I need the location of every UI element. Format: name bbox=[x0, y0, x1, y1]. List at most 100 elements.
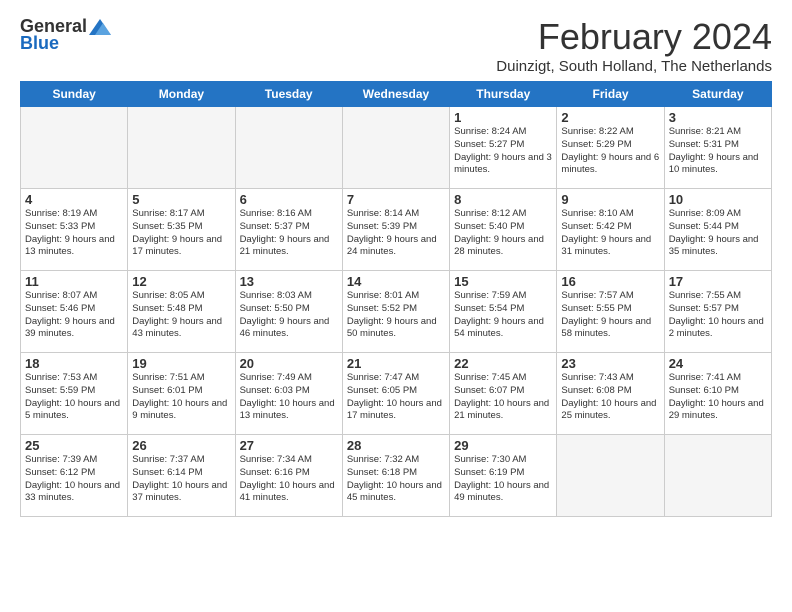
week-row-4: 25Sunrise: 7:39 AM Sunset: 6:12 PM Dayli… bbox=[21, 435, 772, 517]
day-info: Sunrise: 7:30 AM Sunset: 6:19 PM Dayligh… bbox=[454, 454, 552, 505]
logo: General Blue bbox=[20, 16, 111, 54]
day-number: 10 bbox=[669, 192, 767, 207]
calendar-cell: 8Sunrise: 8:12 AM Sunset: 5:40 PM Daylig… bbox=[450, 189, 557, 271]
calendar-cell: 9Sunrise: 8:10 AM Sunset: 5:42 PM Daylig… bbox=[557, 189, 664, 271]
calendar-cell: 27Sunrise: 7:34 AM Sunset: 6:16 PM Dayli… bbox=[235, 435, 342, 517]
calendar-cell bbox=[21, 107, 128, 189]
day-number: 19 bbox=[132, 356, 230, 371]
day-number: 2 bbox=[561, 110, 659, 125]
day-number: 13 bbox=[240, 274, 338, 289]
day-number: 29 bbox=[454, 438, 552, 453]
calendar-cell: 12Sunrise: 8:05 AM Sunset: 5:48 PM Dayli… bbox=[128, 271, 235, 353]
weekday-header-wednesday: Wednesday bbox=[342, 82, 449, 107]
day-number: 3 bbox=[669, 110, 767, 125]
logo-blue: Blue bbox=[20, 33, 59, 54]
day-info: Sunrise: 7:45 AM Sunset: 6:07 PM Dayligh… bbox=[454, 372, 552, 423]
day-number: 26 bbox=[132, 438, 230, 453]
day-info: Sunrise: 8:01 AM Sunset: 5:52 PM Dayligh… bbox=[347, 290, 445, 341]
day-number: 21 bbox=[347, 356, 445, 371]
day-number: 6 bbox=[240, 192, 338, 207]
logo-icon bbox=[89, 19, 111, 35]
day-info: Sunrise: 8:10 AM Sunset: 5:42 PM Dayligh… bbox=[561, 208, 659, 259]
day-number: 8 bbox=[454, 192, 552, 207]
calendar-cell: 19Sunrise: 7:51 AM Sunset: 6:01 PM Dayli… bbox=[128, 353, 235, 435]
calendar-cell: 20Sunrise: 7:49 AM Sunset: 6:03 PM Dayli… bbox=[235, 353, 342, 435]
subtitle: Duinzigt, South Holland, The Netherlands bbox=[496, 58, 772, 75]
day-info: Sunrise: 8:05 AM Sunset: 5:48 PM Dayligh… bbox=[132, 290, 230, 341]
calendar-cell: 4Sunrise: 8:19 AM Sunset: 5:33 PM Daylig… bbox=[21, 189, 128, 271]
day-info: Sunrise: 7:32 AM Sunset: 6:18 PM Dayligh… bbox=[347, 454, 445, 505]
calendar-cell bbox=[557, 435, 664, 517]
day-info: Sunrise: 7:59 AM Sunset: 5:54 PM Dayligh… bbox=[454, 290, 552, 341]
calendar-cell: 29Sunrise: 7:30 AM Sunset: 6:19 PM Dayli… bbox=[450, 435, 557, 517]
calendar-cell: 1Sunrise: 8:24 AM Sunset: 5:27 PM Daylig… bbox=[450, 107, 557, 189]
calendar-cell bbox=[128, 107, 235, 189]
calendar: SundayMondayTuesdayWednesdayThursdayFrid… bbox=[20, 81, 772, 517]
day-number: 16 bbox=[561, 274, 659, 289]
day-number: 12 bbox=[132, 274, 230, 289]
calendar-cell: 17Sunrise: 7:55 AM Sunset: 5:57 PM Dayli… bbox=[664, 271, 771, 353]
day-info: Sunrise: 7:53 AM Sunset: 5:59 PM Dayligh… bbox=[25, 372, 123, 423]
calendar-cell: 6Sunrise: 8:16 AM Sunset: 5:37 PM Daylig… bbox=[235, 189, 342, 271]
day-number: 14 bbox=[347, 274, 445, 289]
week-row-2: 11Sunrise: 8:07 AM Sunset: 5:46 PM Dayli… bbox=[21, 271, 772, 353]
week-row-1: 4Sunrise: 8:19 AM Sunset: 5:33 PM Daylig… bbox=[21, 189, 772, 271]
day-number: 9 bbox=[561, 192, 659, 207]
page: General Blue February 2024 Duinzigt, Sou… bbox=[0, 0, 792, 527]
day-info: Sunrise: 7:55 AM Sunset: 5:57 PM Dayligh… bbox=[669, 290, 767, 341]
day-number: 11 bbox=[25, 274, 123, 289]
calendar-cell: 3Sunrise: 8:21 AM Sunset: 5:31 PM Daylig… bbox=[664, 107, 771, 189]
week-row-0: 1Sunrise: 8:24 AM Sunset: 5:27 PM Daylig… bbox=[21, 107, 772, 189]
weekday-header-monday: Monday bbox=[128, 82, 235, 107]
calendar-cell: 5Sunrise: 8:17 AM Sunset: 5:35 PM Daylig… bbox=[128, 189, 235, 271]
day-number: 27 bbox=[240, 438, 338, 453]
day-info: Sunrise: 8:09 AM Sunset: 5:44 PM Dayligh… bbox=[669, 208, 767, 259]
day-info: Sunrise: 8:19 AM Sunset: 5:33 PM Dayligh… bbox=[25, 208, 123, 259]
calendar-cell: 14Sunrise: 8:01 AM Sunset: 5:52 PM Dayli… bbox=[342, 271, 449, 353]
day-number: 28 bbox=[347, 438, 445, 453]
calendar-cell: 10Sunrise: 8:09 AM Sunset: 5:44 PM Dayli… bbox=[664, 189, 771, 271]
calendar-cell: 26Sunrise: 7:37 AM Sunset: 6:14 PM Dayli… bbox=[128, 435, 235, 517]
weekday-header-row: SundayMondayTuesdayWednesdayThursdayFrid… bbox=[21, 82, 772, 107]
weekday-header-thursday: Thursday bbox=[450, 82, 557, 107]
day-info: Sunrise: 8:14 AM Sunset: 5:39 PM Dayligh… bbox=[347, 208, 445, 259]
day-number: 15 bbox=[454, 274, 552, 289]
calendar-cell: 7Sunrise: 8:14 AM Sunset: 5:39 PM Daylig… bbox=[342, 189, 449, 271]
day-info: Sunrise: 8:22 AM Sunset: 5:29 PM Dayligh… bbox=[561, 126, 659, 177]
calendar-cell: 2Sunrise: 8:22 AM Sunset: 5:29 PM Daylig… bbox=[557, 107, 664, 189]
day-info: Sunrise: 7:47 AM Sunset: 6:05 PM Dayligh… bbox=[347, 372, 445, 423]
day-info: Sunrise: 7:34 AM Sunset: 6:16 PM Dayligh… bbox=[240, 454, 338, 505]
day-number: 5 bbox=[132, 192, 230, 207]
title-area: February 2024 Duinzigt, South Holland, T… bbox=[496, 16, 772, 75]
day-info: Sunrise: 8:03 AM Sunset: 5:50 PM Dayligh… bbox=[240, 290, 338, 341]
calendar-cell bbox=[342, 107, 449, 189]
calendar-cell: 25Sunrise: 7:39 AM Sunset: 6:12 PM Dayli… bbox=[21, 435, 128, 517]
week-row-3: 18Sunrise: 7:53 AM Sunset: 5:59 PM Dayli… bbox=[21, 353, 772, 435]
calendar-cell: 11Sunrise: 8:07 AM Sunset: 5:46 PM Dayli… bbox=[21, 271, 128, 353]
day-number: 20 bbox=[240, 356, 338, 371]
calendar-cell bbox=[235, 107, 342, 189]
header: General Blue February 2024 Duinzigt, Sou… bbox=[20, 16, 772, 75]
day-number: 24 bbox=[669, 356, 767, 371]
weekday-header-saturday: Saturday bbox=[664, 82, 771, 107]
day-number: 1 bbox=[454, 110, 552, 125]
day-number: 23 bbox=[561, 356, 659, 371]
day-info: Sunrise: 8:12 AM Sunset: 5:40 PM Dayligh… bbox=[454, 208, 552, 259]
day-info: Sunrise: 7:37 AM Sunset: 6:14 PM Dayligh… bbox=[132, 454, 230, 505]
day-info: Sunrise: 7:39 AM Sunset: 6:12 PM Dayligh… bbox=[25, 454, 123, 505]
day-number: 18 bbox=[25, 356, 123, 371]
calendar-cell: 13Sunrise: 8:03 AM Sunset: 5:50 PM Dayli… bbox=[235, 271, 342, 353]
day-number: 22 bbox=[454, 356, 552, 371]
day-info: Sunrise: 7:49 AM Sunset: 6:03 PM Dayligh… bbox=[240, 372, 338, 423]
day-info: Sunrise: 8:17 AM Sunset: 5:35 PM Dayligh… bbox=[132, 208, 230, 259]
day-info: Sunrise: 8:16 AM Sunset: 5:37 PM Dayligh… bbox=[240, 208, 338, 259]
calendar-cell: 18Sunrise: 7:53 AM Sunset: 5:59 PM Dayli… bbox=[21, 353, 128, 435]
calendar-cell: 28Sunrise: 7:32 AM Sunset: 6:18 PM Dayli… bbox=[342, 435, 449, 517]
calendar-cell: 16Sunrise: 7:57 AM Sunset: 5:55 PM Dayli… bbox=[557, 271, 664, 353]
calendar-cell bbox=[664, 435, 771, 517]
day-info: Sunrise: 7:41 AM Sunset: 6:10 PM Dayligh… bbox=[669, 372, 767, 423]
weekday-header-sunday: Sunday bbox=[21, 82, 128, 107]
month-title: February 2024 bbox=[496, 16, 772, 58]
weekday-header-friday: Friday bbox=[557, 82, 664, 107]
calendar-cell: 15Sunrise: 7:59 AM Sunset: 5:54 PM Dayli… bbox=[450, 271, 557, 353]
